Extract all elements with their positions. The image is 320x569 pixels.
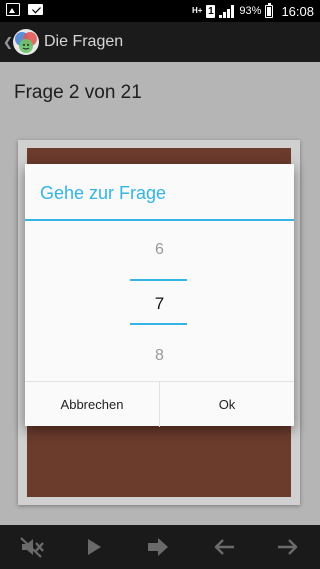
previous-question-button[interactable] xyxy=(192,525,256,569)
next-icon xyxy=(148,538,168,556)
battery-icon xyxy=(265,2,274,18)
mail-icon xyxy=(28,4,43,15)
signal-icon xyxy=(219,4,235,18)
sim-badge: 1 xyxy=(206,4,216,18)
picker-divider-bottom xyxy=(130,323,187,325)
cancel-button[interactable]: Abbrechen xyxy=(25,382,160,427)
mute-icon xyxy=(20,537,44,558)
picker-current-value[interactable]: 7 xyxy=(25,294,294,314)
image-icon xyxy=(6,3,20,16)
arrow-left-icon xyxy=(214,539,234,555)
mute-button[interactable] xyxy=(0,525,64,569)
ok-button[interactable]: Ok xyxy=(160,382,294,427)
app-title: Die Fragen xyxy=(44,33,124,50)
clock: 16:08 xyxy=(281,3,314,19)
question-counter: Frage 2 von 21 xyxy=(14,82,142,103)
goto-question-dialog: Gehe zur Frage 6 7 8 Abbrechen Ok xyxy=(25,164,294,427)
picker-divider-top xyxy=(130,279,187,281)
picker-prev-value[interactable]: 6 xyxy=(25,241,294,259)
bottom-toolbar xyxy=(0,525,320,569)
status-left-icons xyxy=(6,3,43,16)
play-button[interactable] xyxy=(62,525,126,569)
play-icon xyxy=(88,539,101,555)
screen: H+ 1 93% 16:08 ❮ Die Fragen Frage 2 von … xyxy=(0,0,320,569)
status-bar: H+ 1 93% 16:08 xyxy=(0,0,320,22)
next-button[interactable] xyxy=(126,525,190,569)
action-bar: ❮ Die Fragen xyxy=(0,22,320,62)
network-type: H+ xyxy=(191,6,203,15)
number-picker[interactable]: 6 7 8 xyxy=(25,221,294,381)
dialog-buttons: Abbrechen Ok xyxy=(25,381,294,427)
arrow-right-icon xyxy=(278,539,298,555)
picker-next-value[interactable]: 8 xyxy=(25,347,294,365)
status-right: H+ 1 93% 16:08 xyxy=(191,2,314,19)
battery-percent: 93% xyxy=(239,5,262,17)
app-logo-icon[interactable] xyxy=(12,28,40,56)
next-question-button[interactable] xyxy=(256,525,320,569)
dialog-title: Gehe zur Frage xyxy=(40,183,167,203)
